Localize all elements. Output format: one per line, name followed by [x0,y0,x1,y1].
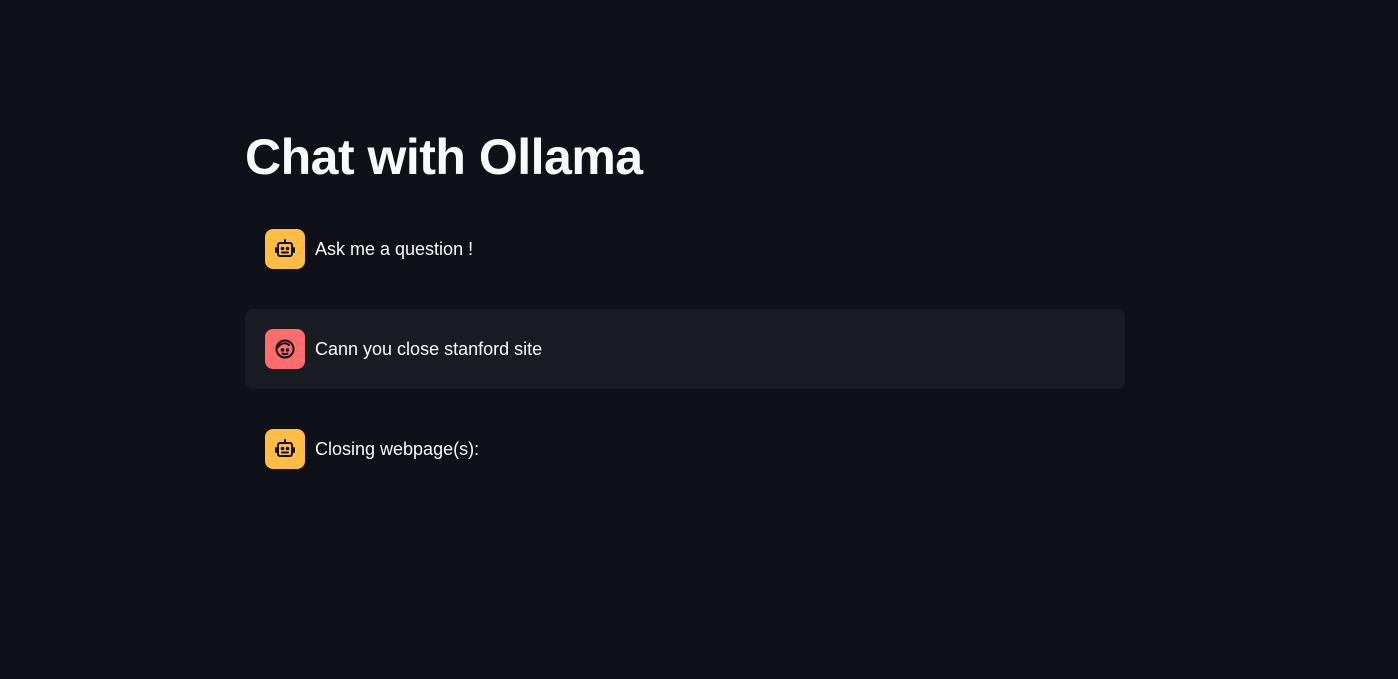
chat-message-text: Closing webpage(s): [315,439,480,459]
chat-message-assistant: Closing webpage(s): [245,409,1125,489]
page-title: Chat with Ollama [245,129,643,185]
robot-icon [265,229,305,269]
chat-message-assistant: Ask me a question ! [245,209,1125,289]
user-face-icon [265,329,305,369]
chat-message-text: Ask me a question ! [315,239,474,259]
chat-message-text: Cann you close stanford site [315,339,543,359]
chat-message-user: Cann you close stanford site [245,309,1125,389]
robot-icon [265,429,305,469]
